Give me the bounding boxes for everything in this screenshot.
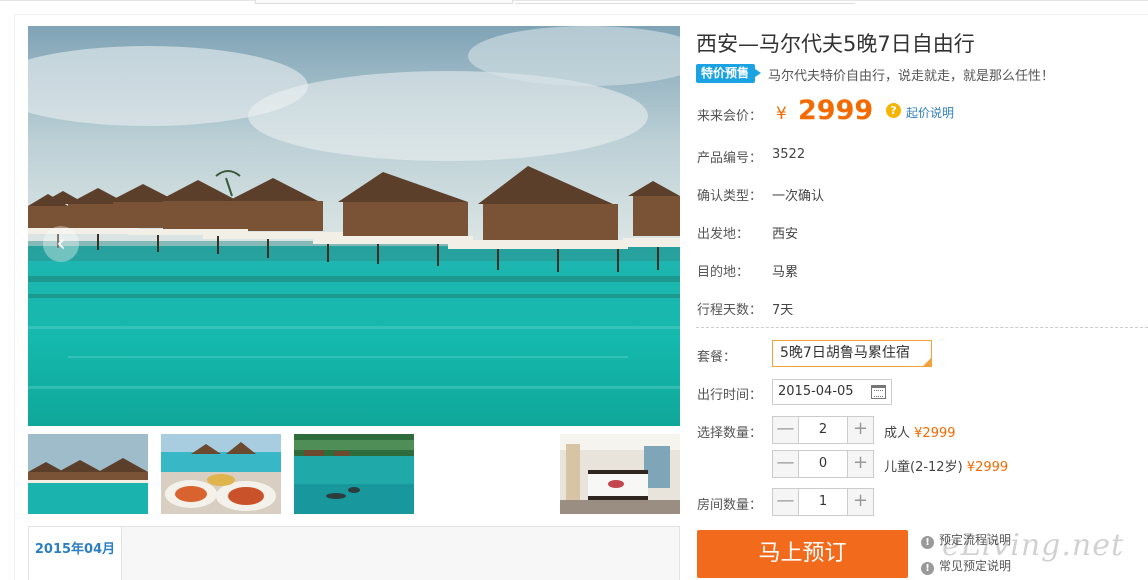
adult-price: ¥2999	[914, 426, 956, 441]
top-tab-edge	[255, 0, 513, 4]
package-select[interactable]: 5晚7日胡鲁马累住宿	[772, 340, 932, 367]
travel-date-input[interactable]: 2015-04-05	[772, 379, 892, 405]
info-icon: !	[921, 562, 934, 575]
price-currency: ¥	[776, 104, 787, 124]
thumbnail-2[interactable]	[161, 434, 281, 514]
destination-label: 目的地：	[697, 265, 750, 280]
frame-line	[14, 14, 1148, 15]
book-now-button[interactable]: 马上预订	[697, 530, 908, 578]
price-label: 来来会价：	[697, 109, 763, 124]
room-minus-button[interactable]: —	[773, 489, 799, 515]
departure-value: 西安	[772, 227, 799, 242]
date-label: 出行时间：	[697, 388, 763, 403]
child-label: 儿童(2-12岁)	[884, 460, 963, 475]
adult-minus-button[interactable]: —	[773, 417, 799, 443]
departure-label: 出发地：	[697, 227, 750, 242]
product-subtitle: 马尔代夫特价自由行，说走就走，就是那么任性！	[768, 69, 1055, 84]
main-photo[interactable]	[28, 26, 680, 426]
price-value: 2999	[798, 95, 874, 126]
question-icon[interactable]: ?	[886, 103, 901, 118]
destination-value: 马累	[772, 265, 799, 280]
adult-price-row: 成人 ¥2999	[884, 422, 956, 441]
adult-plus-button[interactable]: +	[847, 417, 873, 443]
product-title: 西安—马尔代夫5晚7日自由行	[696, 32, 975, 56]
confirm-label: 确认类型：	[697, 189, 763, 204]
days-label: 行程天数：	[697, 303, 763, 318]
frame-line-vertical	[14, 14, 15, 580]
chevron-left-icon: ‹	[56, 229, 66, 257]
package-label: 套餐：	[697, 350, 737, 365]
adult-quantity-stepper: — 2 +	[772, 416, 874, 444]
room-quantity-stepper: — 1 +	[772, 488, 874, 516]
top-tab-edge-2	[515, 0, 855, 4]
prev-photo-button[interactable]: ‹	[43, 226, 79, 262]
thumbnail-4[interactable]	[560, 434, 680, 514]
info-icon: !	[921, 536, 934, 549]
code-label: 产品编号：	[697, 151, 763, 166]
tab-month[interactable]: 2015年04月	[29, 527, 122, 580]
code-value: 3522	[772, 147, 806, 162]
calendar-panel: 2015年04月	[28, 526, 680, 580]
child-quantity-stepper: — 0 +	[772, 450, 874, 478]
room-quantity-value[interactable]: 1	[799, 489, 847, 515]
days-value: 7天	[772, 303, 794, 318]
child-minus-button[interactable]: —	[773, 451, 799, 477]
child-price: ¥2999	[966, 460, 1009, 475]
child-quantity-value[interactable]: 0	[799, 451, 847, 477]
thumbnail-1[interactable]	[28, 434, 148, 514]
special-badge: 特价预售	[696, 64, 762, 83]
adult-label: 成人	[884, 426, 911, 441]
watermark: eLiving.net	[942, 528, 1125, 563]
room-plus-button[interactable]: +	[847, 489, 873, 515]
thumbnail-3[interactable]	[294, 434, 414, 514]
travel-date-value: 2015-04-05	[778, 384, 854, 399]
quantity-label: 选择数量：	[697, 426, 763, 441]
rooms-label: 房间数量：	[697, 498, 763, 513]
divider	[696, 327, 1148, 328]
child-plus-button[interactable]: +	[847, 451, 873, 477]
child-price-row: 儿童(2-12岁) ¥2999	[884, 456, 1008, 475]
adult-quantity-value[interactable]: 2	[799, 417, 847, 443]
calendar-icon[interactable]	[871, 385, 886, 399]
price-explain-link[interactable]: 起价说明	[906, 104, 954, 121]
confirm-value: 一次确认	[772, 189, 825, 204]
